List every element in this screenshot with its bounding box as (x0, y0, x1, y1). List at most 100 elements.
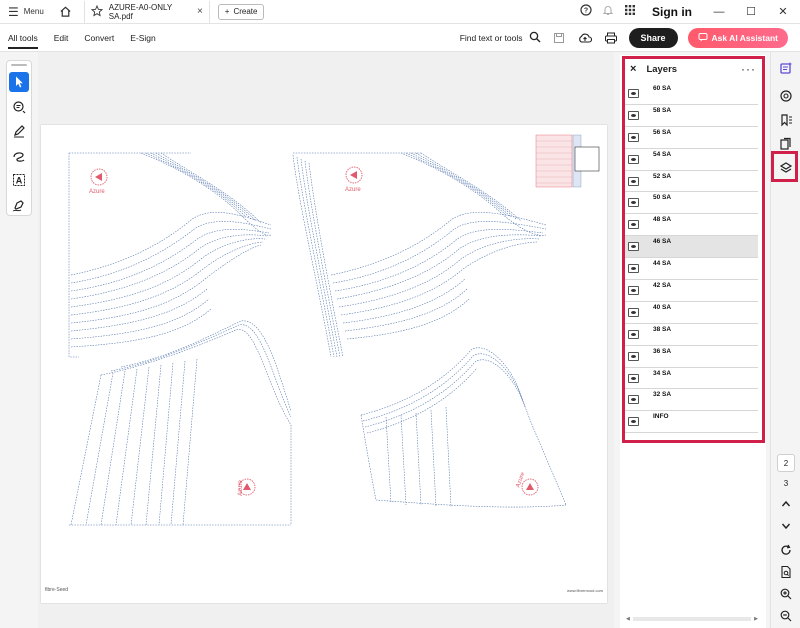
chevron-down-icon[interactable] (776, 516, 796, 536)
print-icon[interactable] (603, 30, 619, 46)
layer-row[interactable]: 34 SA (625, 368, 758, 390)
bell-icon[interactable] (602, 4, 614, 19)
tab-close-icon[interactable]: × (197, 6, 203, 17)
more-options-icon[interactable]: ··· (741, 62, 756, 76)
layer-label: 32 SA (653, 391, 672, 399)
eye-visibility-icon[interactable] (628, 285, 639, 295)
layer-label: 50 SA (653, 194, 672, 202)
upload-cloud-icon[interactable] (577, 30, 593, 46)
layers-panel-title: Layers (646, 63, 678, 75)
layer-row[interactable]: INFO (625, 411, 758, 434)
tab-title: AZURE-A0-ONLY SA.pdf (108, 2, 173, 21)
chevron-up-icon[interactable] (776, 494, 796, 514)
eye-visibility-icon[interactable] (628, 329, 639, 339)
layer-row[interactable]: 32 SA (625, 389, 758, 412)
tab-edit[interactable]: Edit (46, 24, 77, 52)
eye-visibility-icon[interactable] (628, 88, 639, 98)
find-tools-button[interactable]: Find text or tools (460, 31, 541, 45)
document-tab[interactable]: AZURE-A0-ONLY SA.pdf × (83, 0, 210, 23)
layer-row[interactable]: 48 SA (625, 214, 758, 237)
refresh-icon[interactable] (776, 540, 796, 560)
layers-panel-icon[interactable] (776, 158, 796, 178)
scrollbar-track[interactable] (632, 617, 752, 621)
close-window-button[interactable]: ✕ (772, 5, 794, 18)
layers-horizontal-scrollbar[interactable]: ◀ ▶ (626, 616, 758, 622)
layer-row[interactable]: 58 SA (625, 105, 758, 127)
eye-visibility-icon[interactable] (628, 373, 639, 383)
layer-row[interactable]: 50 SA (625, 192, 758, 215)
layers-panel-header: × Layers ··· (620, 55, 766, 83)
star-icon[interactable] (90, 4, 103, 19)
scroll-right-icon[interactable]: ▶ (754, 616, 758, 622)
eye-visibility-icon[interactable] (628, 132, 639, 142)
rail-grip-handle[interactable] (11, 64, 27, 66)
select-tool-button[interactable] (9, 71, 29, 93)
tab-edit-label: Edit (53, 32, 69, 43)
eye-visibility-icon[interactable] (628, 242, 639, 252)
eye-visibility-icon[interactable] (628, 307, 639, 317)
layer-row[interactable]: 52 SA (625, 171, 758, 193)
ai-assistant-icon (698, 32, 708, 44)
eye-visibility-icon[interactable] (628, 220, 639, 230)
minimize-button[interactable]: — (708, 6, 730, 18)
search-icon (529, 31, 541, 45)
eye-visibility-icon[interactable] (628, 351, 639, 361)
eye-visibility-icon[interactable] (628, 176, 639, 186)
layer-row[interactable]: 54 SA (625, 149, 758, 171)
layer-row[interactable]: 42 SA (625, 280, 758, 302)
generative-summary-icon[interactable] (776, 58, 796, 78)
save-icon[interactable] (551, 30, 567, 46)
eye-visibility-icon[interactable] (628, 154, 639, 164)
ask-ai-assistant-button[interactable]: Ask AI Assistant (687, 27, 788, 48)
create-button[interactable]: + Create (217, 3, 265, 20)
eye-visibility-icon[interactable] (628, 110, 639, 120)
pdf-page[interactable]: Azure Azure Azure Azure fibre·Seed www.f… (41, 125, 607, 603)
menu-button[interactable]: ☰ Menu (0, 0, 52, 24)
page-number-next[interactable]: 3 (777, 474, 795, 492)
maximize-button[interactable]: ☐ (740, 5, 762, 18)
layer-row[interactable]: 44 SA (625, 258, 758, 281)
tab-convert-label: Convert (84, 32, 115, 43)
eye-visibility-icon[interactable] (628, 264, 639, 274)
home-icon[interactable] (56, 2, 76, 22)
close-layers-icon[interactable]: × (630, 63, 636, 75)
page-search-icon[interactable] (776, 562, 796, 582)
bookmarks-icon[interactable] (776, 110, 796, 130)
svg-text:A: A (16, 176, 23, 186)
tab-e-sign[interactable]: E-Sign (122, 24, 164, 52)
page-number-current[interactable]: 2 (777, 454, 795, 472)
layer-label: 60 SA (653, 84, 672, 92)
share-button[interactable]: Share (628, 27, 678, 48)
layer-row[interactable]: 46 SA (625, 236, 758, 259)
pen-icon (14, 125, 25, 138)
document-viewport[interactable]: Azure Azure Azure Azure fibre·Seed www.f… (38, 52, 614, 628)
layer-row[interactable]: 60 SA (625, 83, 758, 105)
scroll-left-icon[interactable]: ◀ (626, 616, 630, 622)
help-icon[interactable]: ? (580, 4, 592, 19)
draw-tool-button[interactable] (9, 145, 29, 166)
pages-thumbnails-icon[interactable] (776, 134, 796, 154)
layer-row[interactable]: 38 SA (625, 324, 758, 346)
eye-visibility-icon[interactable] (628, 198, 639, 208)
text-tool-button[interactable]: A (9, 170, 29, 191)
ai-label: Ask AI Assistant (711, 32, 778, 43)
comments-panel-icon[interactable] (776, 86, 796, 106)
tab-all-tools[interactable]: All tools (0, 24, 46, 52)
layer-label: 34 SA (653, 369, 672, 377)
sign-tool-button[interactable] (9, 194, 29, 215)
zoom-in-icon[interactable] (776, 584, 796, 604)
layer-label: 38 SA (653, 325, 672, 333)
tab-convert[interactable]: Convert (76, 24, 122, 52)
layer-row[interactable]: 40 SA (625, 302, 758, 324)
layer-row[interactable]: 36 SA (625, 346, 758, 368)
comment-tool-button[interactable] (9, 96, 29, 117)
zoom-out-icon[interactable] (776, 606, 796, 626)
brand-left-text: fibre·Seed (45, 587, 69, 593)
eye-visibility-icon[interactable] (628, 417, 639, 427)
apps-grid-icon[interactable] (624, 4, 636, 19)
layer-label: 52 SA (653, 172, 672, 180)
eye-visibility-icon[interactable] (628, 395, 639, 405)
highlight-tool-button[interactable] (9, 121, 29, 142)
layer-row[interactable]: 56 SA (625, 127, 758, 149)
sign-in-button[interactable]: Sign in (652, 5, 692, 19)
